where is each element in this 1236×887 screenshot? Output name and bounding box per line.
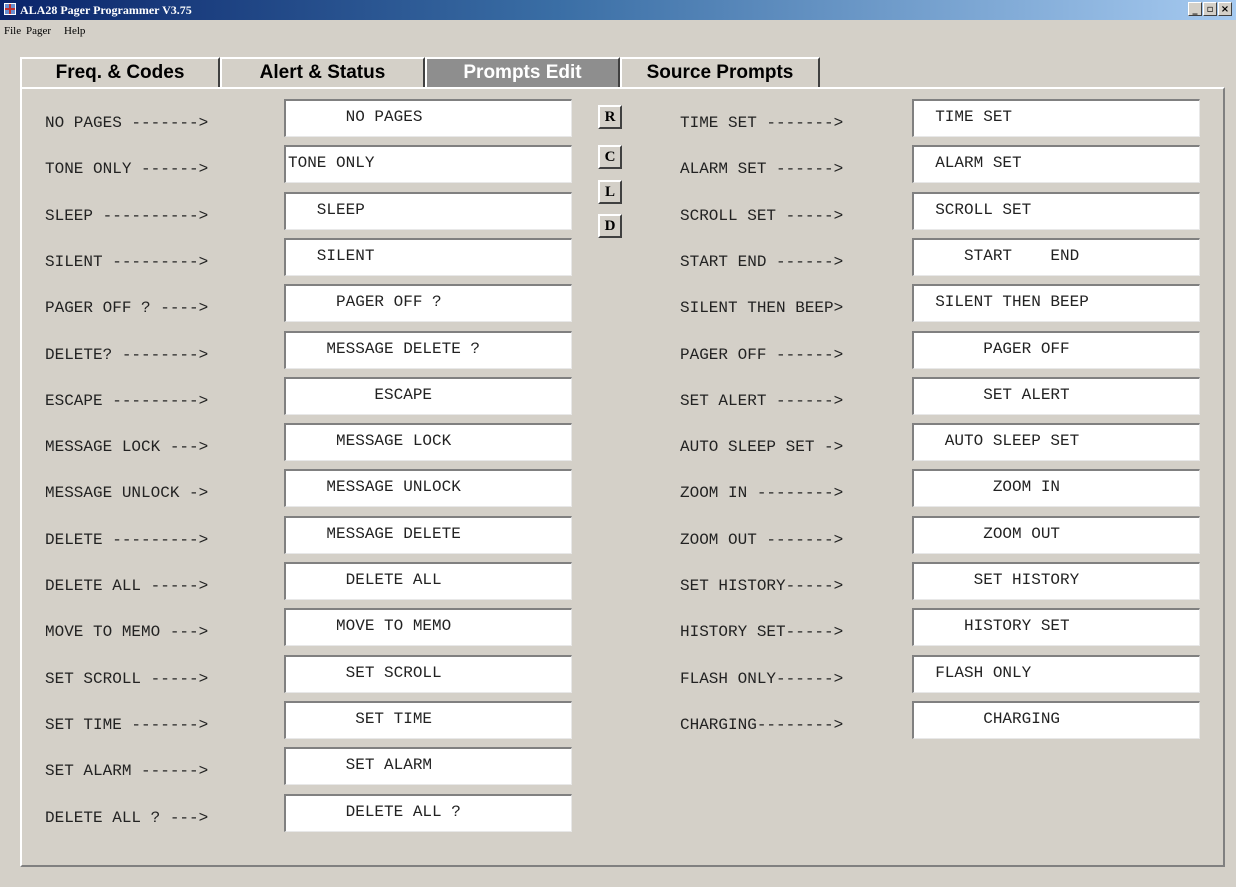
prompt-label: CHARGING--------> [680, 715, 844, 734]
prompt-label: MESSAGE UNLOCK -> [45, 484, 209, 503]
prompt-input[interactable]: MOVE TO MEMO [284, 608, 572, 647]
prompt-input[interactable]: FLASH ONLY [912, 654, 1200, 693]
window-controls: _ ▫ × [1188, 2, 1232, 16]
prompt-input[interactable]: CHARGING [912, 700, 1200, 739]
prompt-label: DELETE ALL -----> [45, 577, 209, 595]
prompt-label: SET ALARM ------> [45, 762, 209, 781]
tab-source-prompts[interactable]: Source Prompts [620, 57, 820, 87]
prompt-label: SILENT ---------> [45, 252, 209, 271]
prompt-input[interactable]: DELETE ALL ? [284, 793, 572, 832]
prompt-label: DELETE ---------> [45, 530, 209, 549]
prompt-input[interactable]: TIME SET [912, 99, 1200, 137]
prompt-input[interactable]: ZOOM IN [912, 469, 1200, 508]
prompt-label: NO PAGES -------> [45, 114, 209, 132]
prompt-input[interactable]: TONE ONLY [284, 145, 572, 184]
prompt-input[interactable]: ZOOM OUT [912, 515, 1200, 554]
prompt-input[interactable]: SET SCROLL [284, 654, 572, 693]
tab-freq-codes[interactable]: Freq. & Codes [20, 57, 220, 87]
prompt-label: DELETE ALL ? ---> [45, 808, 209, 827]
prompt-input[interactable]: HISTORY SET [912, 608, 1200, 647]
window-title: ALA28 Pager Programmer V3.75 [20, 3, 192, 17]
menu-file[interactable]: File [4, 25, 21, 37]
tab-alert-status[interactable]: Alert & Status [220, 57, 425, 87]
prompt-label: SILENT THEN BEEP> [680, 299, 844, 318]
prompt-input[interactable]: SET ALERT [912, 376, 1200, 415]
prompt-input[interactable]: SLEEP [284, 191, 572, 230]
reset-button[interactable]: R [598, 105, 622, 129]
prompt-label: ZOOM IN --------> [680, 484, 844, 503]
prompt-input[interactable]: SCROLL SET [912, 191, 1200, 230]
menu-help[interactable]: Help [64, 25, 85, 37]
app-icon [4, 3, 16, 15]
prompt-input[interactable]: PAGER OFF ? [284, 284, 572, 323]
prompt-label: TIME SET -------> [680, 114, 844, 132]
prompt-label: MOVE TO MEMO ---> [45, 623, 209, 642]
prompt-input[interactable]: NO PAGES [284, 99, 572, 137]
prompt-label: PAGER OFF ? ----> [45, 299, 209, 318]
title-bar: ALA28 Pager Programmer V3.75 _ ▫ × [0, 0, 1236, 20]
prompt-label: SCROLL SET -----> [680, 206, 844, 225]
prompt-label: SET TIME -------> [45, 715, 209, 734]
menu-bar: File Pager Help [0, 20, 1236, 40]
prompt-label: DELETE? --------> [45, 345, 209, 364]
prompt-label: HISTORY SET-----> [680, 623, 844, 642]
menu-pager[interactable]: Pager [26, 25, 51, 37]
prompt-input[interactable]: SET ALARM [284, 747, 572, 786]
prompt-label: TONE ONLY ------> [45, 160, 209, 179]
close-button[interactable]: × [1218, 2, 1232, 16]
minimize-button[interactable]: _ [1188, 2, 1202, 16]
prompt-input[interactable]: MESSAGE DELETE [284, 515, 572, 554]
prompt-input[interactable]: SET TIME [284, 700, 572, 739]
copy-button[interactable]: C [598, 145, 622, 169]
prompt-label: START END ------> [680, 252, 844, 271]
default-button[interactable]: D [598, 214, 622, 238]
prompt-label: SLEEP ----------> [45, 206, 209, 225]
tab-prompts-edit[interactable]: Prompts Edit [425, 57, 620, 87]
prompt-label: SET SCROLL -----> [45, 669, 209, 688]
prompt-input[interactable]: START END [912, 237, 1200, 276]
prompt-input[interactable]: MESSAGE LOCK [284, 423, 572, 462]
prompt-input[interactable]: MESSAGE DELETE ? [284, 330, 572, 369]
prompt-input[interactable]: SILENT THEN BEEP [912, 284, 1200, 323]
prompt-input[interactable]: ALARM SET [912, 145, 1200, 184]
prompt-label: ZOOM OUT -------> [680, 530, 844, 549]
prompt-label: PAGER OFF ------> [680, 345, 844, 364]
prompt-input[interactable]: PAGER OFF [912, 330, 1200, 369]
load-button[interactable]: L [598, 180, 622, 204]
maximize-button[interactable]: ▫ [1203, 2, 1217, 16]
prompt-input[interactable]: DELETE ALL [284, 562, 572, 600]
prompt-label: FLASH ONLY------> [680, 669, 844, 688]
prompt-label: ESCAPE ---------> [45, 391, 209, 410]
prompt-label: MESSAGE LOCK ---> [45, 438, 209, 457]
prompt-label: AUTO SLEEP SET -> [680, 438, 844, 457]
prompt-input[interactable]: SET HISTORY [912, 562, 1200, 600]
prompt-label: SET HISTORY-----> [680, 577, 844, 595]
prompt-input[interactable]: AUTO SLEEP SET [912, 423, 1200, 462]
prompt-label: ALARM SET ------> [680, 160, 844, 179]
prompt-input[interactable]: SILENT [284, 237, 572, 276]
prompt-input[interactable]: ESCAPE [284, 376, 572, 415]
prompt-input[interactable]: MESSAGE UNLOCK [284, 469, 572, 508]
prompt-label: SET ALERT ------> [680, 391, 844, 410]
